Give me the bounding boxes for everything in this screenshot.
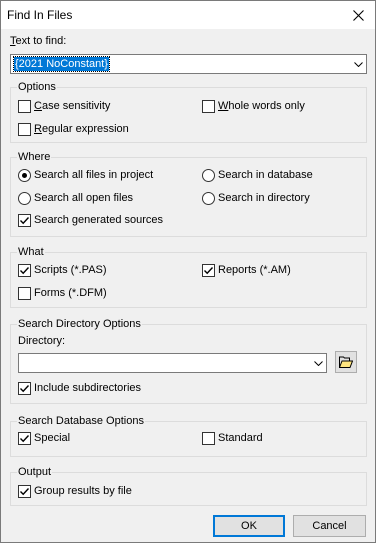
directory-label: Directory: bbox=[18, 335, 66, 347]
cancel-button[interactable]: Cancel bbox=[293, 515, 366, 537]
ok-button[interactable]: OK bbox=[213, 515, 285, 537]
text-to-find-combo[interactable]: {2021 NoConstant} bbox=[10, 54, 367, 74]
checkmark-icon bbox=[20, 488, 30, 496]
close-button[interactable] bbox=[341, 1, 375, 29]
find-in-files-dialog: Find In Files Text to find: {2021 NoCons… bbox=[0, 0, 376, 543]
search-generated-label: Search generated sources bbox=[34, 214, 164, 226]
output-group-title: Output bbox=[17, 466, 53, 478]
folder-open-icon bbox=[339, 356, 353, 368]
cancel-button-label: Cancel bbox=[312, 520, 347, 532]
scripts-label: Scripts (*.PAS) bbox=[34, 264, 107, 276]
window-title: Find In Files bbox=[7, 8, 73, 22]
search-open-files-label: Search all open files bbox=[34, 192, 134, 204]
special-checkbox[interactable] bbox=[18, 432, 31, 445]
reports-label: Reports (*.AM) bbox=[218, 264, 291, 276]
regular-expression-label: Regular expression bbox=[34, 123, 129, 135]
where-group-title: Where bbox=[17, 151, 52, 163]
search-all-project-label: Search all files in project bbox=[34, 169, 154, 181]
close-icon bbox=[352, 9, 364, 21]
search-open-files-radio[interactable] bbox=[18, 192, 31, 205]
checkmark-icon bbox=[204, 267, 214, 275]
standard-checkbox[interactable] bbox=[202, 432, 215, 445]
search-directory-options-title: Search Directory Options bbox=[17, 318, 142, 330]
regular-expression-checkbox[interactable] bbox=[18, 123, 31, 136]
directory-combo[interactable] bbox=[18, 353, 327, 373]
what-group-title: What bbox=[17, 246, 45, 258]
special-label: Special bbox=[34, 432, 71, 444]
case-sensitivity-label: Case sensitivity bbox=[34, 100, 111, 112]
options-group-title: Options bbox=[17, 81, 57, 93]
checkmark-icon bbox=[20, 385, 30, 393]
title-bar: Find In Files bbox=[1, 1, 375, 29]
include-subdirectories-checkbox[interactable] bbox=[18, 382, 31, 395]
browse-directory-button[interactable] bbox=[335, 351, 357, 373]
case-sensitivity-checkbox[interactable] bbox=[18, 100, 31, 113]
checkmark-icon bbox=[20, 435, 30, 443]
search-database-label: Search in database bbox=[218, 169, 313, 181]
what-group: What bbox=[10, 246, 367, 308]
text-to-find-label: Text to find: bbox=[10, 35, 67, 47]
search-directory-label: Search in directory bbox=[218, 192, 310, 204]
whole-words-label: Whole words only bbox=[218, 100, 305, 112]
checkmark-icon bbox=[20, 217, 30, 225]
text-to-find-value[interactable]: {2021 NoConstant} bbox=[13, 56, 110, 72]
whole-words-checkbox[interactable] bbox=[202, 100, 215, 113]
search-directory-radio[interactable] bbox=[202, 192, 215, 205]
search-all-project-radio[interactable] bbox=[18, 169, 31, 182]
standard-label: Standard bbox=[218, 432, 263, 444]
chevron-down-icon[interactable] bbox=[310, 354, 326, 372]
reports-checkbox[interactable] bbox=[202, 264, 215, 277]
scripts-checkbox[interactable] bbox=[18, 264, 31, 277]
group-by-file-label: Group results by file bbox=[34, 485, 132, 497]
forms-label: Forms (*.DFM) bbox=[34, 287, 107, 299]
group-by-file-checkbox[interactable] bbox=[18, 485, 31, 498]
include-subdirectories-label: Include subdirectories bbox=[34, 382, 142, 394]
chevron-down-icon[interactable] bbox=[350, 55, 366, 73]
search-generated-checkbox[interactable] bbox=[18, 214, 31, 227]
ok-button-label: OK bbox=[241, 520, 257, 532]
checkmark-icon bbox=[20, 267, 30, 275]
forms-checkbox[interactable] bbox=[18, 287, 31, 300]
search-database-options-title: Search Database Options bbox=[17, 415, 145, 427]
search-database-radio[interactable] bbox=[202, 169, 215, 182]
